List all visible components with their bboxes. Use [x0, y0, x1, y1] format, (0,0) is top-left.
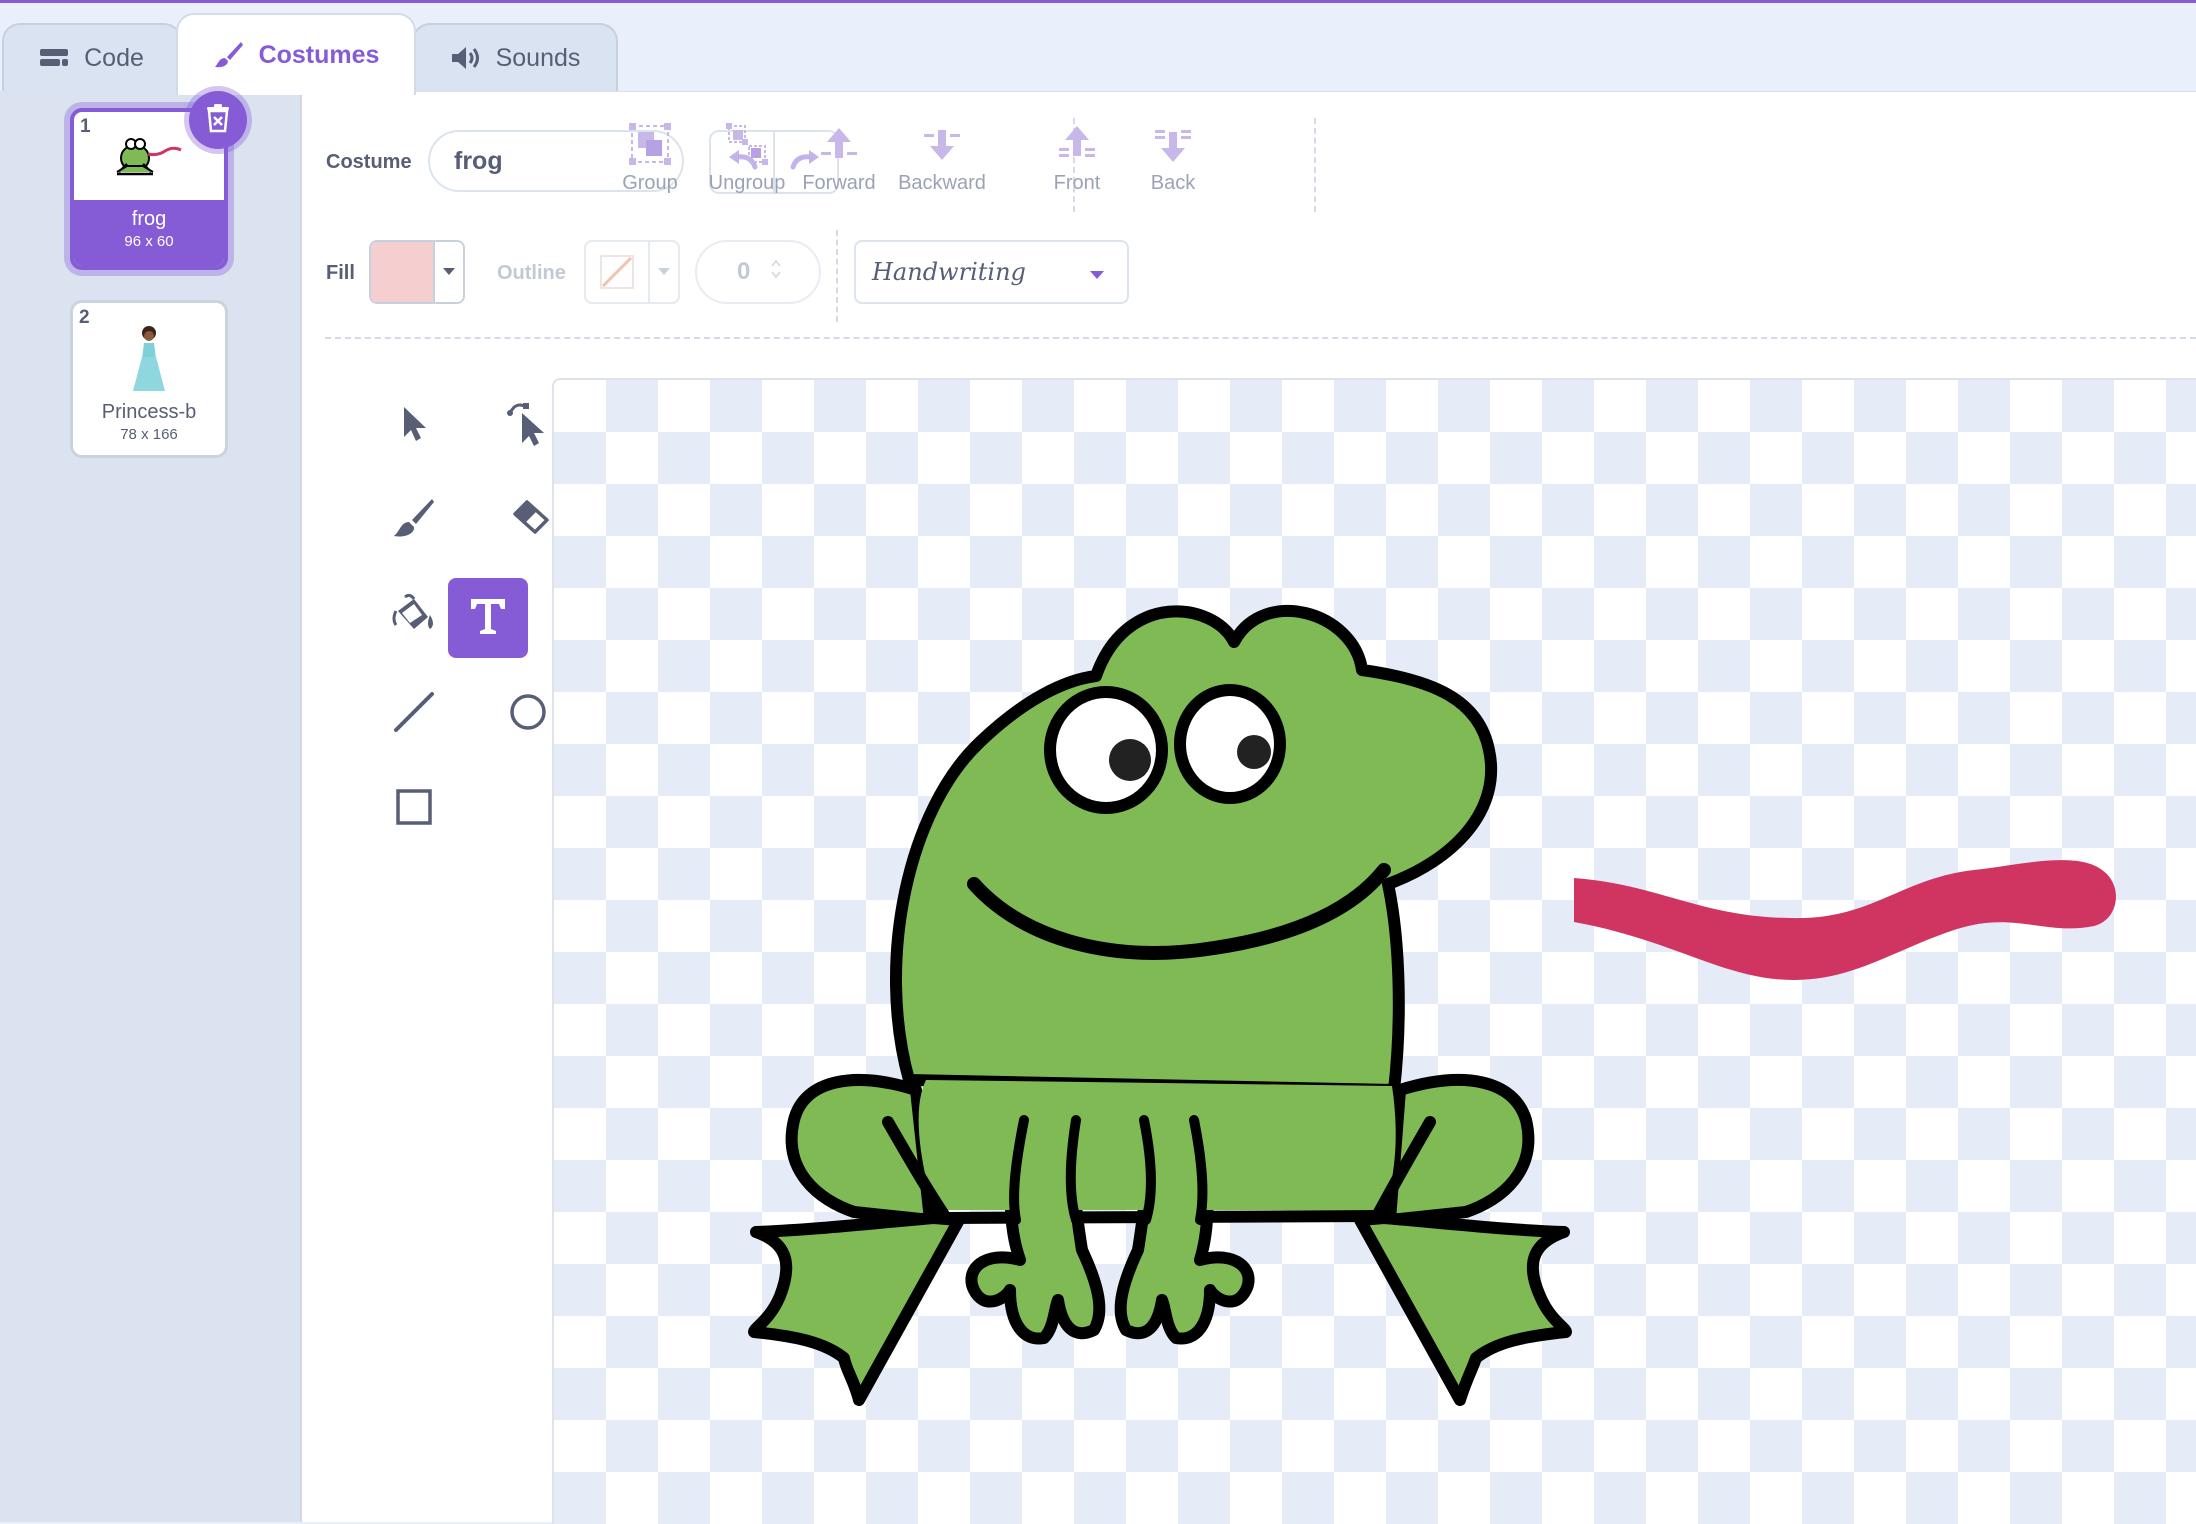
- toolbar-separator: [325, 337, 2196, 339]
- fill-color-swatch: [371, 242, 435, 302]
- back-button[interactable]: Back: [1125, 122, 1221, 195]
- costume-card-princess[interactable]: 2 Princess-b 78 x 166: [70, 300, 228, 458]
- tab-code-label: Code: [84, 43, 144, 72]
- line-tool[interactable]: [374, 674, 454, 754]
- outline-width-stepper[interactable]: 0: [695, 240, 821, 304]
- costume-size: 96 x 60: [124, 233, 174, 250]
- group-label: Group: [622, 172, 678, 194]
- paintbrush-icon: [213, 39, 245, 71]
- select-tool[interactable]: [374, 385, 454, 465]
- arrow-cursor-icon: [396, 403, 432, 448]
- text-tool[interactable]: [448, 578, 528, 658]
- toolbar-divider: [836, 230, 838, 322]
- eraser-icon: [505, 498, 551, 543]
- no-outline-icon: [586, 242, 650, 302]
- line-icon: [392, 690, 436, 739]
- rectangle-tool[interactable]: [374, 769, 454, 849]
- send-to-back-icon: [1125, 122, 1221, 166]
- tab-sounds-label: Sounds: [495, 43, 581, 72]
- arrow-up-icon: [791, 122, 887, 166]
- costume-name: Princess-b: [101, 401, 197, 423]
- frog-costume-drawing: [748, 604, 2116, 1406]
- costume-size: 78 x 166: [120, 426, 178, 443]
- front-button[interactable]: Front: [1029, 122, 1125, 195]
- fill-tool[interactable]: [374, 575, 454, 655]
- group-button[interactable]: Group: [602, 122, 698, 195]
- chevron-down-icon: [435, 242, 463, 302]
- chevron-down-icon: [650, 242, 678, 302]
- forward-label: Forward: [802, 172, 876, 194]
- brush-tool[interactable]: [374, 480, 454, 560]
- tab-costumes[interactable]: Costumes: [176, 13, 416, 95]
- fill-label: Fill: [326, 262, 355, 284]
- front-label: Front: [1053, 172, 1101, 194]
- ungroup-button[interactable]: Ungroup: [699, 122, 795, 195]
- delete-costume-button[interactable]: [189, 91, 247, 149]
- reshape-cursor-icon: [506, 399, 550, 452]
- paint-bucket-icon: [390, 591, 438, 640]
- costume-name: frog: [131, 208, 167, 230]
- back-label: Back: [1150, 172, 1196, 194]
- speaker-icon: [450, 45, 482, 71]
- outline-color-picker[interactable]: [584, 240, 680, 304]
- stepper-arrows-icon: [770, 258, 782, 287]
- toolbar-divider: [1314, 118, 1316, 212]
- costume-number: 2: [79, 307, 90, 328]
- costume-label: Costume: [326, 151, 412, 173]
- text-t-icon: [467, 595, 509, 642]
- bring-to-front-icon: [1029, 122, 1125, 166]
- tab-costumes-label: Costumes: [258, 40, 380, 69]
- forward-button[interactable]: Forward: [791, 122, 887, 195]
- fill-color-picker[interactable]: [369, 240, 465, 304]
- code-icon: [40, 47, 70, 69]
- backward-label: Backward: [898, 172, 986, 194]
- outline-width-value: 0: [737, 258, 751, 285]
- tab-code[interactable]: Code: [2, 23, 182, 91]
- costume-thumbnail-princess: [73, 303, 225, 395]
- rectangle-icon: [394, 787, 434, 832]
- paint-editor: Costume frog Group Ungroup Forward Backw…: [302, 92, 2196, 1524]
- font-dropdown[interactable]: Handwriting: [854, 240, 1129, 304]
- backward-button[interactable]: Backward: [894, 122, 990, 195]
- drawing-canvas[interactable]: [552, 378, 2196, 1524]
- tab-bar: Code Costumes Sounds: [0, 3, 2196, 95]
- caret-down-icon: [1089, 258, 1105, 286]
- group-icon: [602, 122, 698, 166]
- ungroup-icon: [699, 122, 795, 166]
- brush-icon: [392, 496, 436, 545]
- outline-label: Outline: [497, 262, 566, 284]
- trash-icon: [204, 103, 232, 138]
- circle-icon: [508, 692, 548, 737]
- costume-number: 1: [80, 116, 91, 137]
- tab-sounds[interactable]: Sounds: [412, 23, 618, 91]
- arrow-down-icon: [894, 122, 990, 166]
- ungroup-label: Ungroup: [708, 172, 786, 194]
- font-dropdown-value: Handwriting: [872, 258, 1026, 286]
